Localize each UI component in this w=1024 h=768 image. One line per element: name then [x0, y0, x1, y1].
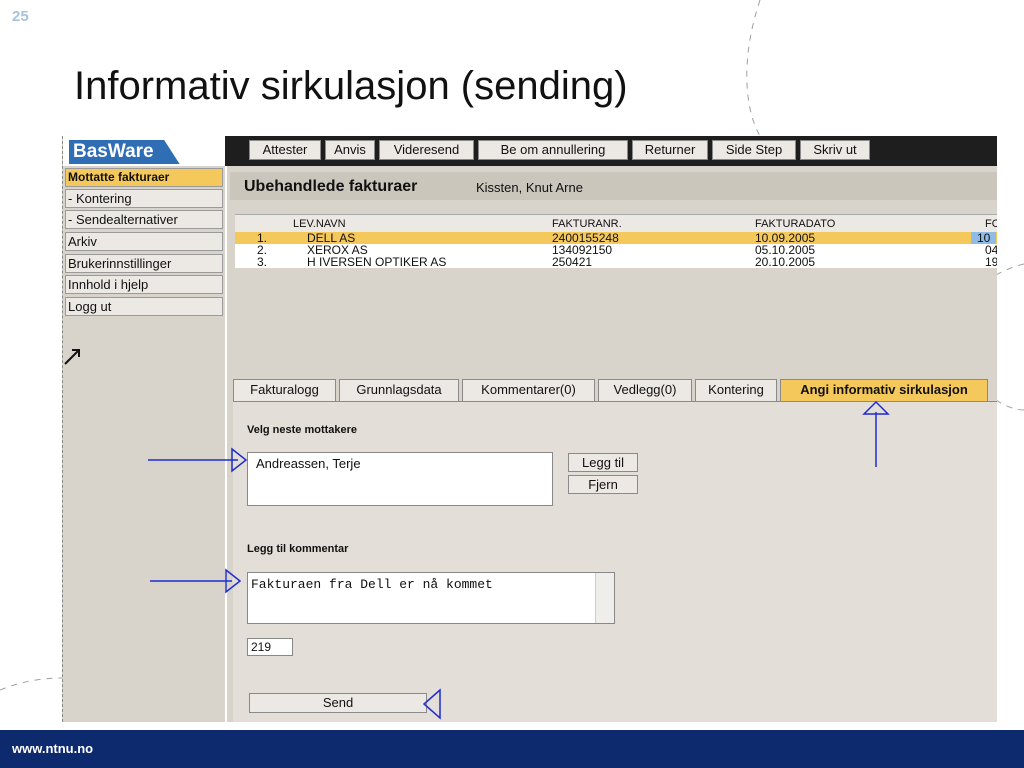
arrow-send-icon — [422, 688, 441, 720]
arrow-comment-icon — [150, 568, 242, 594]
footer-url: www.ntnu.no — [12, 741, 94, 756]
footer-bar: www.ntnu.no — [0, 730, 1024, 768]
arrow-recipient-icon — [148, 447, 248, 473]
arrow-tab-icon — [862, 400, 890, 467]
annotation-arrows — [148, 400, 890, 720]
